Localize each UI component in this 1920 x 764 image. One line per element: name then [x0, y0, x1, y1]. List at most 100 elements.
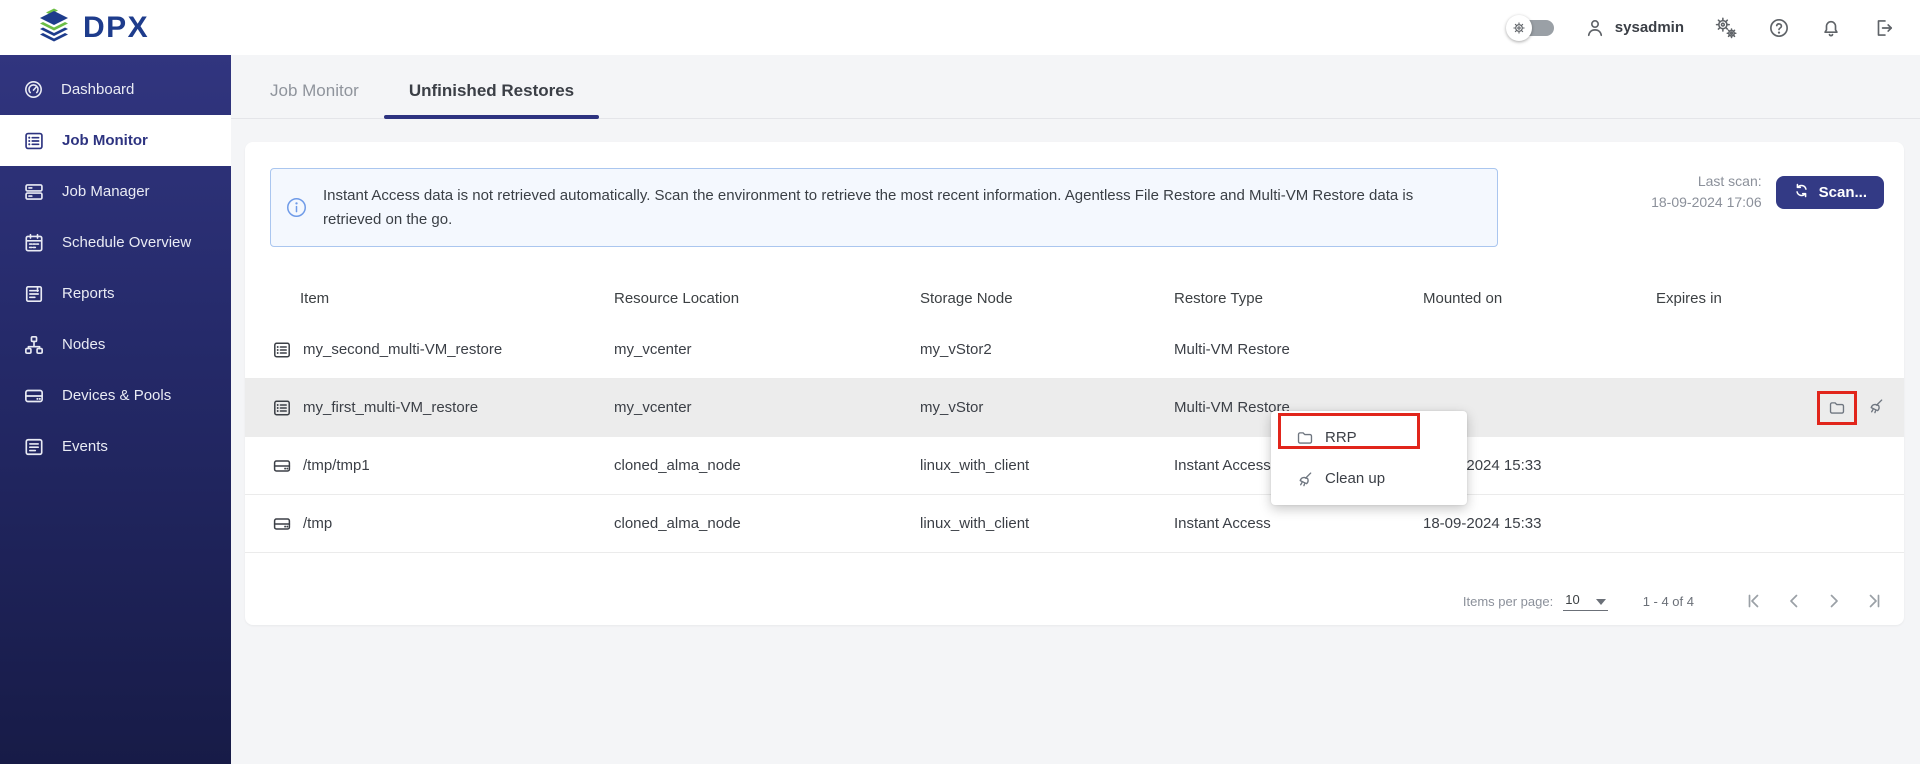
items-per-page-select[interactable]: 10 — [1563, 592, 1607, 611]
cell-item: /tmp/tmp1 — [272, 456, 614, 476]
sidebar-item-events[interactable]: Events — [0, 421, 231, 472]
menu-item-clean-up[interactable]: Clean up — [1271, 458, 1467, 499]
table-row[interactable]: my_second_multi-VM_restoremy_vcentermy_v… — [245, 321, 1904, 379]
folder-icon[interactable] — [1828, 399, 1846, 417]
logout-icon[interactable] — [1872, 17, 1894, 39]
table-row[interactable]: /tmp/tmp1 cloned_alma_nodelinux_with_clie… — [245, 437, 1904, 495]
drive-icon — [272, 514, 292, 534]
cell-storage-node: my_vStor2 — [920, 341, 1174, 358]
broom-icon[interactable] — [1867, 397, 1885, 419]
table-header: Item Resource Location Storage Node Rest… — [245, 275, 1904, 321]
column-header-resource-location: Resource Location — [614, 290, 920, 307]
cell-item: /tmp — [272, 514, 614, 534]
cell-resource-location: cloned_alma_node — [614, 457, 920, 474]
dpx-logo: DPX — [34, 5, 149, 50]
info-banner-text: Instant Access data is not retrieved aut… — [323, 184, 1467, 232]
last-page-icon[interactable] — [1864, 591, 1884, 611]
unfinished-restores-card: Instant Access data is not retrieved aut… — [245, 142, 1904, 625]
reports-icon — [23, 283, 45, 305]
help-icon[interactable] — [1768, 17, 1790, 39]
notifications-bell-icon[interactable] — [1820, 17, 1842, 39]
column-header-restore-type: Restore Type — [1174, 290, 1423, 307]
cell-restore-type: Instant Access — [1174, 515, 1423, 532]
dpx-logo-icon — [34, 5, 74, 50]
sidebar-item-nodes[interactable]: Nodes — [0, 319, 231, 370]
sidebar-item-job-monitor[interactable]: Job Monitor — [0, 115, 231, 166]
info-banner: Instant Access data is not retrieved aut… — [270, 168, 1498, 247]
menu-item-label: RRP — [1325, 429, 1357, 446]
last-scan-value: 18-09-2024 17:06 — [1651, 192, 1762, 213]
column-header-mounted-on: Mounted on — [1423, 290, 1656, 307]
sidebar-item-label: Nodes — [62, 336, 105, 353]
table-row[interactable]: /tmp cloned_alma_nodelinux_with_clientIns… — [245, 495, 1904, 553]
tab-unfinished-restores[interactable]: Unfinished Restores — [384, 81, 599, 118]
cell-resource-location: cloned_alma_node — [614, 515, 920, 532]
broom-icon — [1296, 470, 1314, 488]
dpx-logo-text: DPX — [83, 11, 149, 45]
row-actions — [1817, 379, 1885, 436]
cell-storage-node: linux_with_client — [920, 515, 1174, 532]
refresh-icon — [1793, 182, 1810, 203]
item-name: /tmp/tmp1 — [303, 457, 370, 474]
menu-item-rrp[interactable]: RRP — [1271, 417, 1467, 458]
column-header-expires-in: Expires in — [1656, 290, 1904, 307]
column-header-item: Item — [272, 290, 614, 307]
theme-toggle[interactable] — [1506, 15, 1554, 41]
banner-row: Instant Access data is not retrieved aut… — [245, 142, 1904, 247]
cell-item: my_first_multi-VM_restore — [272, 398, 614, 418]
job-monitor-icon — [23, 130, 45, 152]
sidebar-item-job-manager[interactable]: Job Manager — [0, 166, 231, 217]
events-icon — [23, 436, 45, 458]
username: sysadmin — [1615, 19, 1684, 36]
sidebar-item-label: Events — [62, 438, 108, 455]
restore-list-icon — [272, 398, 292, 418]
sidebar-item-label: Dashboard — [61, 81, 134, 98]
user-menu[interactable]: sysadmin — [1584, 17, 1684, 39]
item-name: /tmp — [303, 515, 332, 532]
sidebar-item-label: Reports — [62, 285, 115, 302]
sidebar-item-devices-pools[interactable]: Devices & Pools — [0, 370, 231, 421]
pagination-range: 1 - 4 of 4 — [1643, 594, 1694, 609]
column-header-storage-node: Storage Node — [920, 290, 1174, 307]
table-row[interactable]: my_first_multi-VM_restoremy_vcentermy_vS… — [245, 379, 1904, 437]
tab-job-monitor[interactable]: Job Monitor — [245, 81, 384, 118]
sidebar-item-label: Devices & Pools — [62, 387, 171, 404]
cell-mounted-on: 18-09-2024 15:33 — [1423, 515, 1656, 532]
sidebar-item-reports[interactable]: Reports — [0, 268, 231, 319]
annotation-box-folder — [1817, 391, 1857, 425]
sidebar-nav: Dashboard Job Monitor Job Manager Schedule … — [0, 55, 231, 764]
main-content: Job Monitor Unfinished Restores Instant … — [231, 55, 1920, 764]
previous-page-icon[interactable] — [1784, 591, 1804, 611]
items-per-page-value: 10 — [1565, 592, 1579, 607]
scan-button-label: Scan... — [1819, 184, 1867, 201]
user-icon — [1584, 17, 1606, 39]
cell-resource-location: my_vcenter — [614, 399, 920, 416]
sidebar-item-label: Job Monitor — [62, 132, 148, 149]
next-page-icon[interactable] — [1824, 591, 1844, 611]
devices-pools-icon — [23, 385, 45, 407]
last-scan: Last scan: 18-09-2024 17:06 — [1651, 171, 1762, 213]
tab-bar: Job Monitor Unfinished Restores — [231, 55, 1920, 119]
first-page-icon[interactable] — [1744, 591, 1764, 611]
sidebar-item-dashboard[interactable]: Dashboard — [0, 64, 231, 115]
restores-table: Item Resource Location Storage Node Rest… — [245, 275, 1904, 553]
topbar-actions: sysadmin — [1506, 15, 1894, 41]
schedule-overview-icon — [23, 232, 45, 254]
drive-icon — [272, 456, 292, 476]
sidebar-item-schedule-overview[interactable]: Schedule Overview — [0, 217, 231, 268]
menu-item-label: Clean up — [1325, 470, 1385, 487]
sidebar-item-label: Job Manager — [62, 183, 150, 200]
cell-storage-node: linux_with_client — [920, 457, 1174, 474]
sidebar-item-label: Schedule Overview — [62, 234, 191, 251]
restore-list-icon — [272, 340, 292, 360]
pagination-nav — [1744, 591, 1884, 611]
dashboard-icon — [23, 79, 44, 100]
folder-icon — [1296, 429, 1314, 447]
cell-storage-node: my_vStor — [920, 399, 1174, 416]
scan-button[interactable]: Scan... — [1776, 176, 1884, 209]
services-gears-icon[interactable] — [1714, 16, 1738, 40]
row-action[interactable] — [1867, 397, 1885, 419]
item-name: my_second_multi-VM_restore — [303, 341, 502, 358]
scan-area: Last scan: 18-09-2024 17:06 Scan... — [1651, 168, 1884, 213]
caret-down-icon — [1596, 599, 1606, 605]
